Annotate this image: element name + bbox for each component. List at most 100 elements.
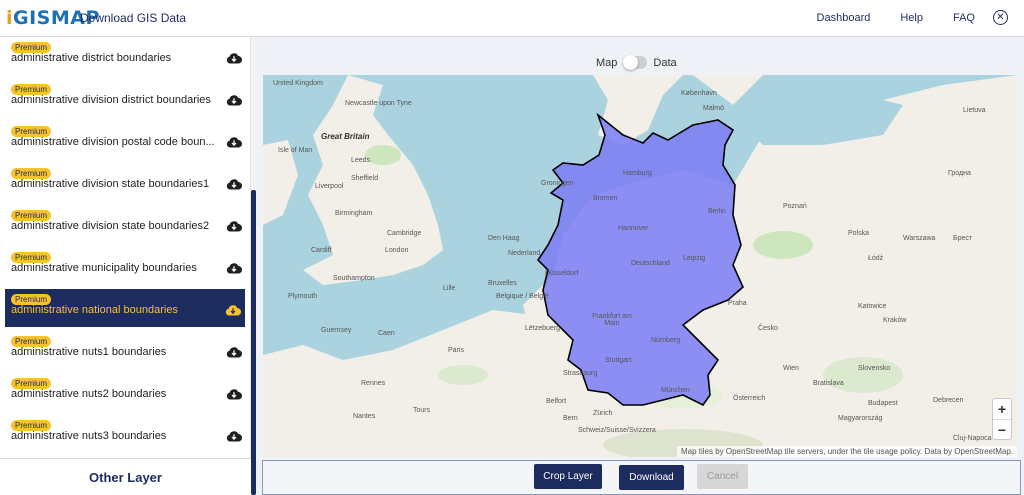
cloud-download-icon[interactable]	[226, 220, 242, 232]
top-nav: Dashboard Help FAQ ✕	[787, 10, 1008, 25]
nav-faq-link[interactable]: FAQ	[953, 12, 975, 24]
toggle-data-label[interactable]: Data	[653, 57, 676, 69]
map-label: Strasbourg	[563, 370, 598, 377]
cloud-download-icon[interactable]	[226, 136, 242, 148]
map-label: London	[385, 247, 409, 254]
map-label: Bruxelles	[488, 280, 517, 287]
map-label: Kraków	[883, 317, 907, 324]
close-icon[interactable]: ✕	[993, 10, 1008, 25]
map-label: Cluj-Napoca	[953, 435, 992, 442]
map-label: Plymouth	[288, 293, 318, 300]
map-label: Брест	[953, 235, 973, 242]
layer-item[interactable]: Premium administrative division district…	[0, 79, 250, 121]
map-label: Leeds	[351, 157, 371, 164]
map-label: Nantes	[353, 413, 376, 420]
action-bar: Crop Layer Download Cancel	[262, 460, 1021, 495]
cloud-download-icon[interactable]	[226, 346, 242, 358]
map-label: Guernsey	[321, 327, 352, 334]
map-label: Гродна	[948, 170, 971, 177]
map-label: Nürnberg	[651, 337, 681, 344]
map-label: Katowice	[858, 303, 887, 310]
cloud-download-icon[interactable]	[226, 388, 242, 400]
cloud-download-icon[interactable]	[226, 178, 242, 190]
map-label: København	[681, 90, 717, 97]
layer-label: administrative municipality boundaries	[11, 262, 197, 274]
map-label: Poznań	[783, 203, 807, 210]
map-label: Österreich	[733, 395, 766, 402]
map-label: Isle of Man	[278, 147, 313, 154]
map-label: Düsseldorf	[545, 270, 579, 277]
map-label: United Kingdom	[273, 80, 323, 87]
layer-item[interactable]: Premium administrative nuts3 boundaries	[0, 415, 250, 457]
top-bar: i GISMAP Download GIS Data Dashboard Help…	[0, 0, 1024, 37]
map-label: Frankfurt am Main	[592, 313, 632, 327]
cloud-download-icon[interactable]	[226, 52, 242, 64]
map-label: Tours	[413, 407, 431, 414]
map-label: Zürich	[593, 410, 613, 417]
cloud-download-icon[interactable]	[226, 94, 242, 106]
zoom-control: + −	[992, 398, 1012, 440]
layer-item[interactable]: Premium administrative nuts1 boundaries	[0, 331, 250, 373]
layer-label: administrative district boundaries	[11, 52, 172, 64]
map-label: Lietuva	[963, 107, 986, 114]
layer-label: administrative division state boundaries…	[11, 178, 210, 190]
nav-dashboard-link[interactable]: Dashboard	[817, 12, 871, 24]
map-label: Schweiz/Suisse/Svizzera	[578, 427, 656, 434]
map-label: Česko	[758, 325, 778, 332]
map-label: Hannover	[618, 225, 649, 232]
cloud-download-icon[interactable]	[226, 430, 242, 442]
map-label: Łódź	[868, 255, 884, 262]
zoom-out-button[interactable]: −	[993, 419, 1011, 439]
map-label: Leipzig	[683, 255, 706, 262]
map-label: Rennes	[361, 380, 386, 387]
map-label: Stuttgart	[605, 357, 632, 364]
map-attribution[interactable]: Map tiles by OpenStreetMap tile servers,…	[676, 446, 1017, 457]
map-label: Newcastle upon Tyne	[345, 100, 412, 107]
crop-layer-button[interactable]: Crop Layer	[534, 464, 602, 489]
switch-knob	[623, 55, 639, 70]
layer-item[interactable]: Premium administrative division postal c…	[0, 121, 250, 163]
map-label: Bern	[563, 415, 578, 422]
map-label: Cardiff	[311, 247, 332, 254]
map-label: Warszawa	[903, 235, 936, 242]
map-label: Cambridge	[387, 230, 422, 237]
app-title: Download GIS Data	[80, 11, 187, 25]
map-label: Groningen	[541, 180, 574, 187]
map-label: Deutschland	[631, 260, 670, 267]
map-label: Southampton	[333, 275, 375, 282]
map-label: Bremen	[593, 195, 618, 202]
download-button[interactable]: Download	[619, 465, 684, 490]
layer-item[interactable]: Premium administrative division state bo…	[0, 205, 250, 247]
layer-item-selected[interactable]: Premium administrative national boundari…	[5, 289, 245, 327]
map-data-toggle[interactable]: Map Data	[596, 55, 677, 70]
zoom-in-button[interactable]: +	[993, 399, 1011, 419]
map-label: Den Haag	[488, 235, 520, 242]
layer-list-sidebar: Premium administrative district boundari…	[0, 37, 251, 458]
map-label: Great Britain	[321, 132, 370, 141]
main-content: Map Data United Kingdom Great Britain Ne…	[256, 37, 1024, 495]
cancel-button[interactable]: Cancel	[697, 464, 748, 489]
map-label: Lëtzebuerg	[525, 325, 561, 332]
nav-help-link[interactable]: Help	[900, 12, 923, 24]
map-viewport[interactable]: United Kingdom Great Britain Newcastle u…	[263, 75, 1017, 457]
cloud-download-icon[interactable]	[225, 304, 241, 316]
other-layer-button[interactable]: Other Layer	[0, 458, 251, 495]
map-label: Nederland	[508, 250, 541, 257]
map-label: Magyarország	[838, 415, 883, 422]
layer-item[interactable]: Premium administrative division state bo…	[0, 163, 250, 205]
layer-item[interactable]: Premium administrative municipality boun…	[0, 247, 250, 289]
map-label: Birmingham	[335, 210, 373, 217]
layer-item[interactable]: Premium administrative district boundari…	[0, 37, 250, 79]
map-label: Sheffield	[351, 175, 379, 182]
view-switch[interactable]	[623, 55, 648, 70]
map-label: Belfort	[546, 398, 567, 405]
layer-label: administrative nuts2 boundaries	[11, 388, 167, 400]
layer-item[interactable]: Premium administrative nuts2 boundaries	[0, 373, 250, 415]
map-label: Slovensko	[858, 365, 891, 372]
cloud-download-icon[interactable]	[226, 262, 242, 274]
map-label: Malmö	[703, 105, 725, 112]
layer-label: administrative division postal code boun…	[11, 136, 215, 148]
layer-label: administrative national boundaries	[11, 304, 178, 316]
toggle-map-label[interactable]: Map	[596, 57, 617, 69]
map-label: Bratislava	[813, 380, 844, 387]
